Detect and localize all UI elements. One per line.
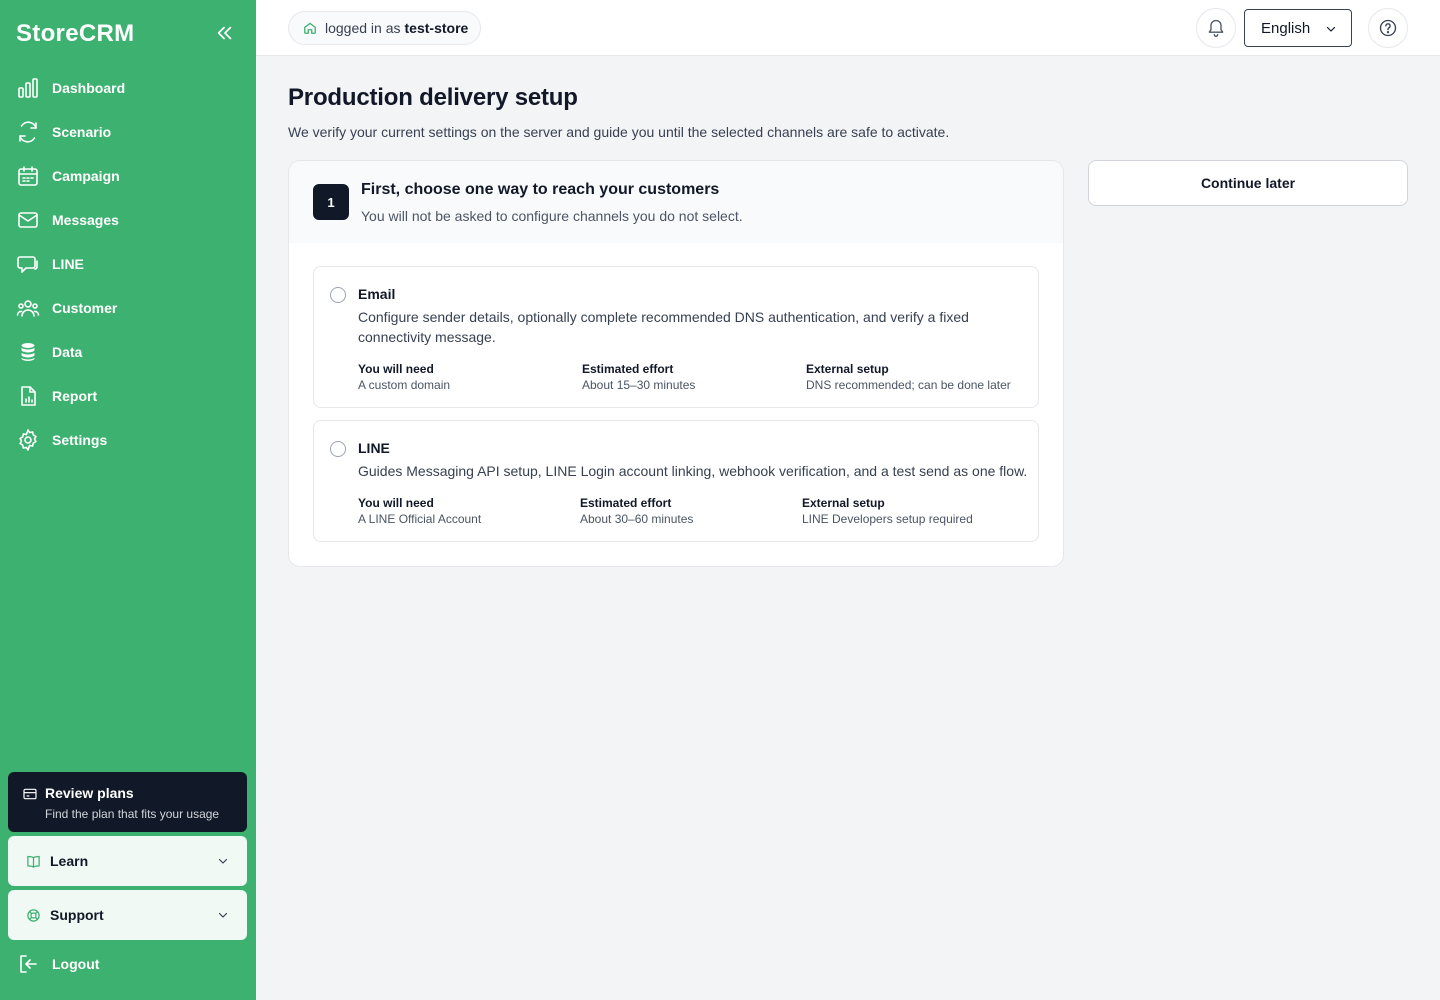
login-prefix: logged in as [325,20,401,36]
notifications-button[interactable] [1196,8,1236,48]
users-icon [16,300,40,317]
sidebar-item-data[interactable]: Data [0,330,256,374]
sidebar-item-report[interactable]: Report [0,374,256,418]
sidebar-item-label: Customer [52,300,118,316]
option-meta-external: External setup LINE Developers setup req… [802,496,973,526]
language-select[interactable]: English [1244,9,1352,47]
home-icon [304,22,316,34]
review-plans-subtitle: Find the plan that fits your usage [45,807,220,821]
support-accordion[interactable]: Support [8,890,247,940]
help-icon [1379,19,1397,37]
support-label: Support [50,907,104,923]
line-radio[interactable] [330,441,346,457]
collapse-sidebar-icon[interactable] [214,22,236,44]
chevron-down-icon [1326,26,1336,32]
chat-icon [17,256,38,273]
bar-chart-icon [18,78,38,98]
sidebar-item-settings[interactable]: Settings [0,418,256,462]
sidebar-item-messages[interactable]: Messages [0,198,256,242]
chevron-down-icon [218,858,228,864]
chevron-down-icon [218,912,228,918]
option-title: Email [358,286,396,302]
report-icon [21,386,36,406]
option-line[interactable]: LINE Guides Messaging API setup, LINE Lo… [313,420,1039,542]
option-meta-effort: Estimated effort About 15–30 minutes [582,362,696,392]
sidebar-item-label: Scenario [52,124,112,140]
help-button[interactable] [1368,8,1408,48]
sidebar-item-label: Dashboard [52,80,126,96]
continue-later-button[interactable]: Continue later [1088,160,1408,206]
sidebar-item-label: Settings [52,432,108,448]
lifebuoy-icon [27,908,40,922]
sidebar-item-label: Data [52,344,83,360]
sidebar-item-line[interactable]: LINE [0,242,256,286]
sidebar-item-scenario[interactable]: Scenario [0,110,256,154]
page-title: Production delivery setup [288,84,578,111]
sidebar-item-label: Messages [52,212,119,228]
learn-accordion[interactable]: Learn [8,836,247,886]
step-header: 1 First, choose one way to reach your cu… [289,161,1063,243]
sidebar-item-campaign[interactable]: Campaign [0,154,256,198]
logout-button[interactable]: Logout [16,952,99,976]
gear-icon [19,429,37,451]
option-meta-external: External setup DNS recommended; can be d… [806,362,1011,392]
refresh-icon [19,121,37,143]
sidebar-item-label: Report [52,388,98,404]
learn-label: Learn [50,853,89,869]
credit-card-icon [23,788,37,800]
database-icon [20,342,36,363]
channel-selection-panel: 1 First, choose one way to reach your cu… [288,160,1064,567]
review-plans-card[interactable]: Review plans Find the plan that fits you… [8,772,247,832]
sidebar-item-customer[interactable]: Customer [0,286,256,330]
logout-label: Logout [52,956,100,972]
option-description: Configure sender details, optionally com… [358,309,969,345]
option-meta-need: You will need A custom domain [358,362,451,392]
sidebar: StoreCRM Dashboard Scenario Campaign Mes… [0,0,256,1000]
sidebar-item-label: Campaign [52,168,120,184]
brand-logo: StoreCRM [16,20,135,47]
page-description: We verify your current settings on the s… [288,124,950,140]
mail-icon [18,212,38,228]
bell-icon [1208,19,1224,37]
option-description: Guides Messaging API setup, LINE Login a… [358,463,1028,479]
sidebar-nav: Dashboard Scenario Campaign Messages LIN… [0,66,256,462]
option-meta-effort: Estimated effort About 30–60 minutes [580,496,694,526]
login-status-pill[interactable]: logged in as test-store [288,11,482,45]
sidebar-item-label: LINE [52,256,84,272]
option-title: LINE [358,440,390,456]
top-header: logged in as test-store English [256,0,1440,56]
login-username: test-store [404,20,469,36]
option-email[interactable]: Email Configure sender details, optional… [313,266,1039,408]
step-number-badge: 1 [313,184,349,220]
sidebar-item-dashboard[interactable]: Dashboard [0,66,256,110]
book-icon [27,855,40,868]
email-radio[interactable] [330,287,346,303]
logout-icon [20,955,37,973]
review-plans-title: Review plans [45,785,134,801]
calendar-icon [18,166,38,186]
step-title: First, choose one way to reach your cust… [361,181,720,198]
language-value: English [1261,19,1311,37]
step-subtitle: You will not be asked to configure chann… [361,208,743,224]
option-meta-need: You will need A LINE Official Account [358,496,482,526]
